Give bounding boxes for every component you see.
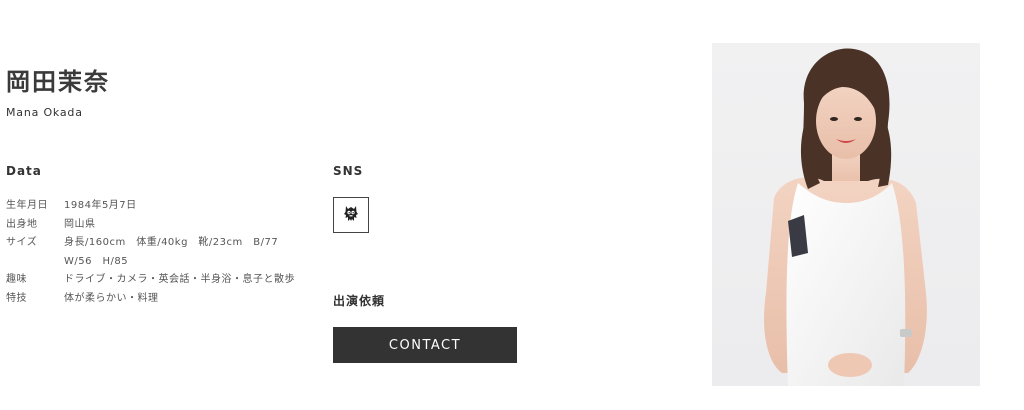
ameba-blog-link[interactable] [333, 197, 369, 233]
data-value: 身長/160cm 体重/40kg 靴/23cm B/77 W/56 H/85 [64, 237, 289, 267]
offer-heading: 出演依頼 [333, 294, 386, 308]
sns-heading: SNS [333, 164, 364, 178]
profile-photo [712, 43, 980, 386]
profile-data-table: 生年月日 1984年5月7日 出身地 岡山県 サイズ 身長/160cm 体重/4… [6, 197, 316, 308]
data-row-hobby: 趣味 ドライブ・カメラ・英会話・半身浴・息子と散歩 [6, 271, 316, 290]
data-value: 岡山県 [64, 218, 96, 230]
data-label: 生年月日 [6, 200, 48, 211]
data-label: 趣味 [6, 274, 27, 285]
data-row-size: サイズ 身長/160cm 体重/40kg 靴/23cm B/77 W/56 H/… [6, 234, 316, 271]
data-value: 体が柔らかい・料理 [64, 292, 159, 304]
data-label: 特技 [6, 292, 27, 304]
profile-name-en: Mana Okada [6, 106, 83, 119]
ameba-blog-icon [343, 204, 359, 226]
data-row-birthday: 生年月日 1984年5月7日 [6, 197, 316, 216]
data-label: 出身地 [6, 218, 38, 230]
data-heading: Data [6, 164, 42, 178]
data-row-birthplace: 出身地 岡山県 [6, 216, 316, 235]
data-value: 1984年5月7日 [64, 200, 137, 211]
data-row-skill: 特技 体が柔らかい・料理 [6, 290, 316, 309]
data-label: サイズ [6, 237, 38, 248]
data-value: ドライブ・カメラ・英会話・半身浴・息子と散歩 [64, 274, 295, 285]
profile-name-jp: 岡田茉奈 [6, 68, 110, 96]
contact-button[interactable]: CONTACT [333, 327, 517, 363]
